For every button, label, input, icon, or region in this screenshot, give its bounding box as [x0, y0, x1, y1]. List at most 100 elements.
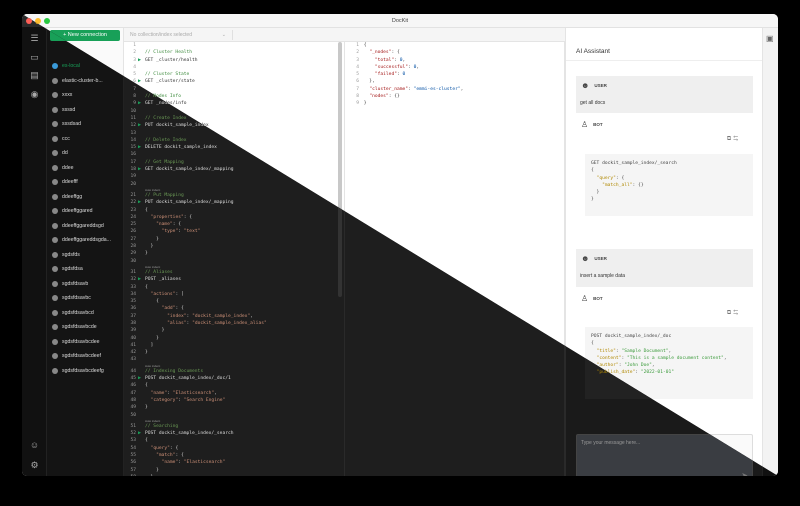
index-select[interactable]: No collection/index selected ⌄ [127, 30, 233, 40]
connection-item[interactable]: sgdsfdsavbcdeef [52, 351, 122, 361]
editor-line: 23{ [124, 207, 344, 214]
run-request-icon[interactable]: ▶ [138, 78, 145, 85]
bot-avatar-icon: ♙ [581, 294, 589, 303]
user-message-text: get all docs [580, 100, 606, 106]
elasticsearch-icon [52, 106, 58, 113]
connection-item[interactable]: elastic-cluster-b... [52, 76, 122, 86]
connection-item[interactable]: ddeeffgg [52, 192, 122, 202]
editor-line: 25 "name": { [124, 221, 344, 228]
insert-icon[interactable]: ⇆ [733, 310, 740, 316]
run-request-icon[interactable]: ▶ [138, 430, 145, 437]
user-avatar-icon: ☻ [581, 81, 590, 90]
connection-item[interactable]: ssssd [52, 105, 122, 115]
line-number: 38 [130, 320, 136, 326]
connection-item[interactable]: sgdsfdsa [52, 264, 122, 274]
run-request-icon[interactable]: ▶ [138, 375, 145, 382]
bot-code-block: GET dockit_sample_index/_search { "query… [585, 154, 753, 216]
github-icon[interactable]: ◉ [29, 89, 40, 100]
file-list-icon[interactable]: ▤ [29, 70, 40, 81]
connection-name: sgdsfdsavbc [62, 295, 91, 301]
editor-line: 45▶POST dockit_sample_index/_doc/1 [124, 375, 344, 382]
editor-line: 56 "name": "Elasticsearch" [124, 459, 344, 466]
line-number: 43 [130, 357, 136, 363]
connection-item[interactable]: ddeeffggared [52, 206, 122, 216]
editor-line: 26 "type": "text" [124, 228, 344, 235]
connection-name: sgdsfdsa [62, 266, 83, 272]
line-number: 41 [130, 342, 136, 348]
line-number: 34 [130, 291, 136, 297]
connection-name: ddeefff [62, 179, 78, 185]
insert-icon[interactable]: ⇆ [733, 136, 740, 142]
right-rail: ▣ [762, 28, 778, 476]
elasticsearch-icon [52, 63, 58, 69]
run-request-icon[interactable]: ▶ [138, 100, 145, 107]
connection-item[interactable]: ddeeffggareddsgda... [52, 235, 122, 245]
line-number: 16 [130, 152, 136, 158]
connection-item[interactable]: sssdsad [52, 119, 122, 129]
chat-icon[interactable]: ▣ [766, 34, 774, 43]
run-request-icon[interactable]: ▶ [138, 122, 145, 129]
elasticsearch-icon [52, 164, 58, 171]
elasticsearch-icon [52, 77, 58, 84]
connection-item[interactable]: sgdsfdsavbcd [52, 308, 122, 318]
line-number: 2 [356, 50, 359, 56]
line-number: 56 [130, 460, 136, 466]
line-number: 5 [356, 72, 359, 78]
send-icon[interactable]: ➤ [741, 471, 748, 476]
folder-icon[interactable]: ▭ [29, 52, 40, 63]
connection-item[interactable]: sgdsfdsavbc [52, 293, 122, 303]
connection-item[interactable]: sgdsfdsavbcdee [52, 337, 122, 347]
connection-item[interactable]: xxxx [52, 90, 122, 100]
connection-item[interactable]: ccc [52, 134, 122, 144]
editor-line: 21// Put Mapping [124, 192, 344, 199]
line-number: 42 [130, 350, 136, 356]
editor-line: 39 } [124, 327, 344, 334]
result-line: 5 "failed": 0 [345, 71, 564, 78]
editor-line: 36 "add": { [124, 305, 344, 312]
connection-item[interactable]: dd [52, 148, 122, 158]
line-number: 2 [133, 50, 136, 56]
database-icon[interactable]: ☰ [29, 33, 40, 44]
run-request-icon[interactable]: ▶ [138, 166, 145, 173]
connection-name: ddeeffggareddsgd [62, 222, 104, 229]
connection-item[interactable]: sgdsfds [52, 250, 122, 260]
connection-item[interactable]: ddeeffggareddsgd [52, 221, 122, 231]
line-number: 46 [130, 383, 136, 389]
connection-item[interactable]: sgdsfdsavbcdeefg [52, 366, 122, 376]
line-number: 15 [130, 145, 136, 151]
run-request-icon[interactable]: ▶ [138, 144, 145, 151]
connection-item[interactable]: sgdsfdsavb [52, 279, 122, 289]
run-request-icon[interactable]: ▶ [138, 199, 145, 206]
connection-item[interactable]: ddeefff [52, 177, 122, 187]
user-icon[interactable]: ☺ [29, 440, 40, 451]
line-number: 33 [130, 284, 136, 290]
index-select-placeholder: No collection/index selected [130, 32, 192, 38]
settings-icon[interactable]: ⚙ [29, 460, 40, 471]
line-number: 37 [130, 313, 136, 319]
line-number: 1 [133, 43, 136, 48]
editor-line: 49} [124, 404, 344, 411]
run-request-icon[interactable]: ▶ [138, 57, 145, 64]
window-title: DocKit [391, 18, 409, 24]
editor-line: 41 ] [124, 342, 344, 349]
connection-name: ddee [62, 164, 74, 171]
result-line: 6 }, [345, 78, 564, 85]
connection-item[interactable]: sgdsfdsavbcde [52, 322, 122, 332]
line-number: 23 [130, 207, 136, 213]
elasticsearch-icon [52, 338, 58, 345]
line-number: 58 [124, 474, 136, 476]
result-line: 4 "successful": 0, [345, 64, 564, 71]
user-label: USER [594, 256, 607, 261]
line-number: 31 [130, 269, 136, 275]
result-line: 1 { [345, 42, 564, 49]
editor-line: 48 "category": "Search Engine" [124, 397, 344, 404]
title-bar: DocKit [22, 14, 778, 28]
editor-line: 22▶PUT dockit_sample_index/_mapping [124, 199, 344, 206]
elasticsearch-icon [52, 92, 58, 98]
line-number: 18 [130, 167, 136, 173]
line-number: 25 [130, 222, 136, 228]
connection-item[interactable]: ddee [52, 163, 122, 173]
run-request-icon[interactable]: ▶ [138, 276, 145, 283]
user-message: ☻ USER get all docs [576, 76, 753, 113]
maximize-button[interactable] [44, 18, 50, 24]
